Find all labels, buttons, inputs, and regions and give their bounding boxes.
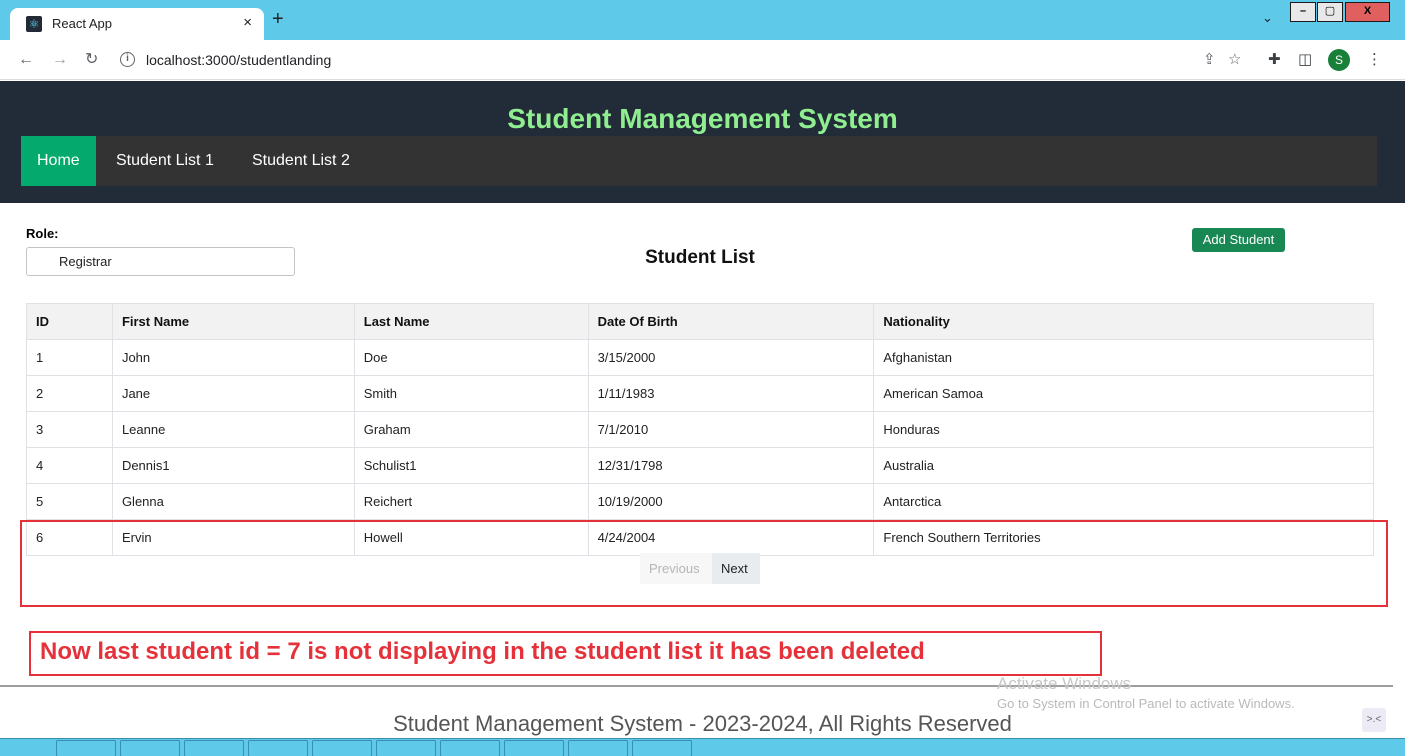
taskbar-item[interactable] <box>312 740 372 756</box>
cell-id: 2 <box>26 375 113 412</box>
taskbar-item[interactable] <box>376 740 436 756</box>
cell-nationality: American Samoa <box>873 375 1374 412</box>
dev-tools-icon[interactable]: >.< <box>1362 708 1386 732</box>
taskbar-item[interactable] <box>120 740 180 756</box>
side-panel-icon[interactable]: ◫ <box>1298 51 1312 69</box>
tab-close-icon[interactable]: × <box>243 14 252 31</box>
cell-date-of-birth: 3/15/2000 <box>587 339 875 376</box>
cell-first-name: Jane <box>111 375 355 412</box>
taskbar-item[interactable] <box>248 740 308 756</box>
highlight-box <box>20 520 1388 607</box>
cell-date-of-birth: 1/11/1983 <box>587 375 875 412</box>
add-student-button[interactable]: Add Student <box>1192 228 1285 252</box>
forward-icon[interactable]: → <box>52 51 68 69</box>
annotation-note: Now last student id = 7 is not displayin… <box>29 631 1102 676</box>
nav-student-list-1[interactable]: Student List 1 <box>100 136 230 186</box>
react-favicon-icon: ⚛ <box>26 16 42 32</box>
address-bar[interactable]: i localhost:3000/studentlanding <box>112 44 1362 76</box>
app-header: Student Management System Home Student L… <box>0 81 1405 203</box>
url-text[interactable]: localhost:3000/studentlanding <box>146 52 331 68</box>
taskbar-item[interactable] <box>632 740 692 756</box>
footer-text: Student Management System - 2023-2024, A… <box>393 711 1012 736</box>
page-title: Student List <box>645 247 755 268</box>
table-row: 5 Glenna Reichert 10/19/2000 Antarctica <box>26 483 1374 520</box>
cell-first-name: Dennis1 <box>111 447 355 484</box>
cell-first-name: Leanne <box>111 411 355 448</box>
cell-last-name: Schulist1 <box>353 447 589 484</box>
cell-last-name: Reichert <box>353 483 589 520</box>
reload-icon[interactable]: ↻ <box>85 51 98 69</box>
column-header-last-name: Last Name <box>353 303 589 340</box>
window-minimize-button[interactable]: – <box>1290 2 1316 22</box>
role-select[interactable]: Registrar <box>26 247 295 276</box>
cell-nationality: Honduras <box>873 411 1374 448</box>
bookmark-star-icon[interactable]: ☆ <box>1228 51 1241 69</box>
browser-toolbar: ← → ↻ i localhost:3000/studentlanding ⇪ … <box>0 40 1405 80</box>
cell-nationality: Antarctica <box>873 483 1374 520</box>
cell-nationality: Australia <box>873 447 1374 484</box>
cell-last-name: Doe <box>353 339 589 376</box>
cell-id: 4 <box>26 447 113 484</box>
cell-last-name: Smith <box>353 375 589 412</box>
table-row: 4 Dennis1 Schulist1 12/31/1798 Australia <box>26 447 1374 484</box>
cell-id: 1 <box>26 339 113 376</box>
tab-search-chevron-icon[interactable]: ⌄ <box>1262 10 1273 26</box>
cell-date-of-birth: 12/31/1798 <box>587 447 875 484</box>
table-row: 3 Leanne Graham 7/1/2010 Honduras <box>26 411 1374 448</box>
activate-windows-title: Activate Windows <box>997 674 1132 693</box>
taskbar-item[interactable] <box>504 740 564 756</box>
role-label: Role: <box>26 226 59 241</box>
browser-tab[interactable]: ⚛ React App × <box>10 8 264 40</box>
nav-student-list-2[interactable]: Student List 2 <box>236 136 366 186</box>
back-icon[interactable]: ← <box>18 51 34 69</box>
window-close-button[interactable]: X <box>1345 2 1390 22</box>
taskbar-item[interactable] <box>568 740 628 756</box>
table-row: 1 John Doe 3/15/2000 Afghanistan <box>26 339 1374 376</box>
window-restore-button[interactable]: ▢ <box>1317 2 1343 22</box>
footer-divider <box>0 685 1393 687</box>
app-title: Student Management System <box>507 103 898 134</box>
cell-first-name: John <box>111 339 355 376</box>
cell-id: 3 <box>26 411 113 448</box>
student-table: ID First Name Last Name Date Of Birth Na… <box>26 303 1374 556</box>
os-taskbar <box>0 738 1405 756</box>
column-header-date-of-birth: Date Of Birth <box>587 303 875 340</box>
main-navbar: Home Student List 1 Student List 2 <box>21 136 1377 186</box>
cell-last-name: Graham <box>353 411 589 448</box>
site-info-icon[interactable]: i <box>120 52 135 67</box>
extensions-puzzle-icon[interactable]: ✚ <box>1268 51 1281 69</box>
taskbar-item[interactable] <box>184 740 244 756</box>
more-menu-icon[interactable]: ⋮ <box>1367 51 1382 69</box>
column-header-id: ID <box>26 303 113 340</box>
table-header-row: ID First Name Last Name Date Of Birth Na… <box>26 303 1374 340</box>
cell-id: 5 <box>26 483 113 520</box>
cell-date-of-birth: 10/19/2000 <box>587 483 875 520</box>
taskbar-item[interactable] <box>440 740 500 756</box>
nav-home[interactable]: Home <box>21 136 96 186</box>
column-header-nationality: Nationality <box>873 303 1374 340</box>
activate-windows-subtitle: Go to System in Control Panel to activat… <box>997 696 1295 711</box>
table-row: 2 Jane Smith 1/11/1983 American Samoa <box>26 375 1374 412</box>
taskbar-item[interactable] <box>56 740 116 756</box>
share-icon[interactable]: ⇪ <box>1203 51 1216 69</box>
browser-tab-strip: ⚛ React App × + ⌄ – ▢ X <box>0 0 1405 40</box>
cell-nationality: Afghanistan <box>873 339 1374 376</box>
tab-title: React App <box>52 16 112 31</box>
column-header-first-name: First Name <box>111 303 355 340</box>
cell-date-of-birth: 7/1/2010 <box>587 411 875 448</box>
cell-first-name: Glenna <box>111 483 355 520</box>
profile-avatar[interactable]: S <box>1328 49 1350 71</box>
new-tab-button[interactable]: + <box>272 9 284 29</box>
